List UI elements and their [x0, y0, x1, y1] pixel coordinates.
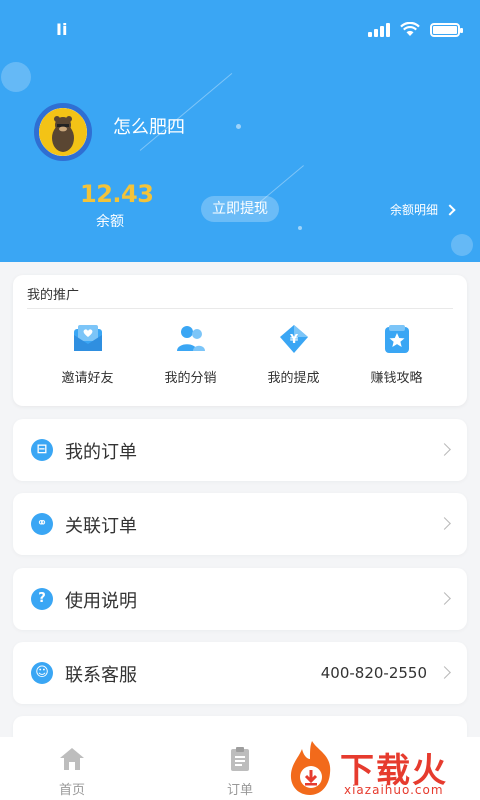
decor-bubble	[236, 124, 241, 129]
star-bag-icon	[384, 325, 409, 353]
promo-label: 邀请好友	[61, 371, 114, 386]
svg-text:¥: ¥	[289, 332, 298, 346]
service-phone[interactable]: 400-820-2550	[321, 664, 427, 682]
clipboard-icon	[231, 747, 249, 771]
avatar-bear-icon	[52, 116, 74, 152]
withdraw-button[interactable]: 立即提现	[201, 196, 279, 222]
decor-bubble	[298, 226, 302, 230]
promo-label: 赚钱攻略	[370, 371, 423, 386]
flame-logo-icon	[290, 741, 331, 795]
decor-streak	[139, 72, 233, 151]
promo-item-invite[interactable]: 邀请好友	[36, 323, 139, 386]
menu-label: 关联订单	[65, 516, 137, 537]
link-icon: ⚭	[31, 513, 53, 535]
invite-envelope-icon	[73, 325, 102, 351]
promotion-title: 我的推广	[27, 288, 80, 303]
balance-label: 余额	[96, 214, 124, 230]
menu-label: 我的订单	[65, 442, 137, 463]
chevron-right-icon	[438, 666, 451, 679]
promo-label: 我的提成	[267, 371, 320, 386]
decor-bubble	[451, 234, 473, 256]
nav-orders[interactable]: 订单	[210, 745, 270, 798]
yuan-tag-icon: ¥	[279, 325, 308, 353]
nav-label: 首页	[58, 783, 85, 798]
menu-customer-service[interactable]: ☺ 联系客服 400-820-2550	[13, 642, 467, 704]
menu-my-orders[interactable]: ⊟ 我的订单	[13, 419, 467, 481]
avatar[interactable]	[34, 103, 92, 161]
menu-instructions[interactable]: ? 使用说明	[13, 568, 467, 630]
decor-bubble	[1, 62, 31, 92]
users-icon	[176, 326, 205, 351]
balance-detail-link[interactable]: 余额明细	[389, 201, 456, 218]
chevron-right-icon	[438, 443, 451, 456]
nickname: 怎么肥四	[113, 117, 185, 138]
watermark-url: xiazaihuo.com	[344, 783, 444, 797]
balance-detail-label: 余额明细	[389, 203, 438, 217]
chevron-right-icon	[438, 517, 451, 530]
home-icon	[60, 748, 84, 770]
promotion-card: 我的推广 邀请好友 我的分销 ¥ 我的提成 赚钱攻略	[13, 275, 467, 406]
promo-label: 我的分销	[164, 371, 217, 386]
watermark: 下载火 xiazaihuo.com	[282, 737, 480, 800]
nav-home[interactable]: 首页	[42, 745, 102, 798]
menu-label: 联系客服	[65, 665, 137, 686]
promo-item-distribution[interactable]: 我的分销	[139, 323, 242, 386]
promo-item-commission[interactable]: ¥ 我的提成	[242, 323, 345, 386]
status-carrier: Ii	[56, 20, 68, 39]
question-icon: ?	[31, 588, 53, 610]
chevron-right-icon	[444, 203, 456, 216]
nav-label: 订单	[226, 783, 253, 798]
status-bar: Ii	[0, 18, 480, 46]
profile-header: Ii 怎么肥四 12.43 余额 立即提现 余额明细	[0, 0, 480, 262]
promotion-divider	[27, 308, 453, 309]
balance-amount: 12.43	[80, 180, 154, 208]
menu-linked-orders[interactable]: ⚭ 关联订单	[13, 493, 467, 555]
signal-icon	[368, 22, 390, 37]
battery-icon	[430, 22, 463, 37]
order-icon: ⊟	[31, 439, 53, 461]
menu-label: 使用说明	[65, 591, 137, 612]
promo-item-guide[interactable]: 赚钱攻略	[345, 323, 448, 386]
wifi-icon	[400, 22, 420, 36]
headset-icon: ☺	[31, 662, 53, 684]
chevron-right-icon	[438, 592, 451, 605]
